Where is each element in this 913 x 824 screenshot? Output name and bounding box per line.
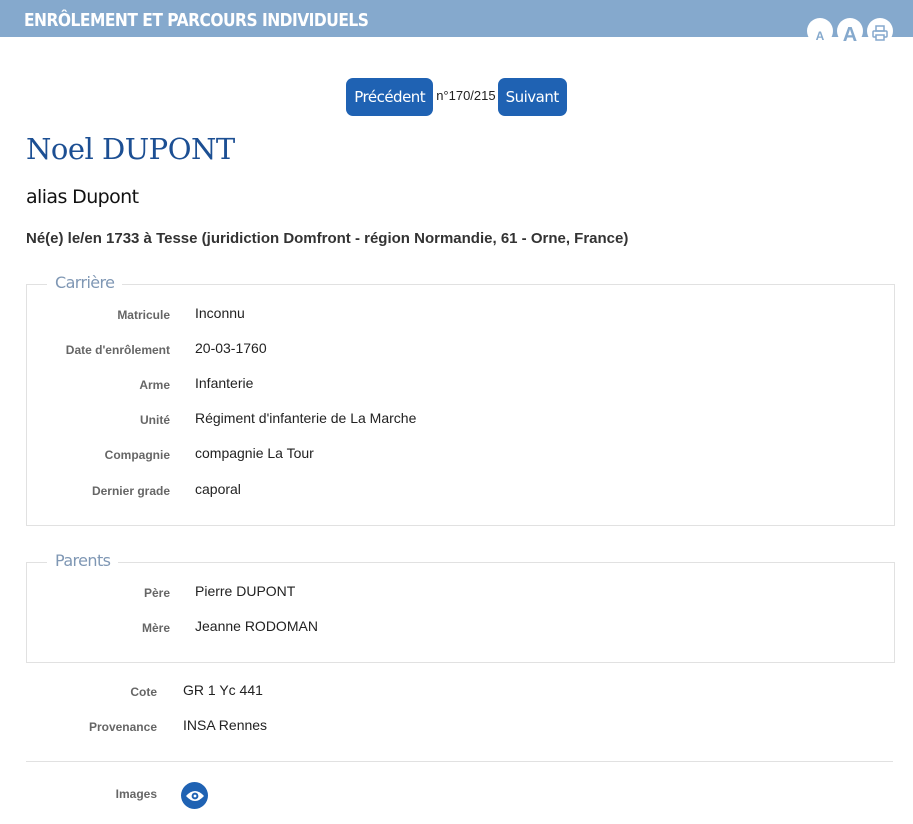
field-label: Provenance <box>88 720 157 734</box>
field-label: Compagnie <box>104 448 170 462</box>
parents-row-mere: Mère Jeanne RODOMAN <box>27 618 894 638</box>
field-label: Images <box>115 787 157 801</box>
font-small-label: A <box>815 29 825 43</box>
field-value: compagnie La Tour <box>195 445 314 461</box>
print-icon <box>872 25 888 41</box>
field-value: Jeanne RODOMAN <box>195 618 318 634</box>
record-navigation: Précédent n°170/215 Suivant <box>0 78 913 116</box>
meta-row-cote: Cote GR 1 Yc 441 <box>0 682 913 702</box>
images-row: Images <box>0 784 913 804</box>
field-value: 20-03-1760 <box>195 340 267 356</box>
previous-button[interactable]: Précédent <box>346 78 434 116</box>
field-value: Infanterie <box>195 375 254 391</box>
field-label: Arme <box>139 378 170 392</box>
field-value: GR 1 Yc 441 <box>183 682 263 698</box>
font-large-label: A <box>842 23 858 46</box>
header-tools: A A <box>807 18 893 46</box>
career-row-unite: Unité Régiment d'infanterie de La Marche <box>27 410 894 430</box>
field-label: Dernier grade <box>91 484 170 498</box>
field-value: Inconnu <box>195 305 245 321</box>
next-button[interactable]: Suivant <box>497 78 567 116</box>
page-title: Enrôlement et parcours individuels <box>24 10 369 31</box>
meta-row-provenance: Provenance INSA Rennes <box>0 717 913 737</box>
field-label: Cote <box>130 685 157 699</box>
career-row-enrolment-date: Date d'enrôlement 20-03-1760 <box>27 340 894 360</box>
field-label: Mère <box>141 621 170 635</box>
page-header: Enrôlement et parcours individuels A A <box>0 0 913 46</box>
field-value: Pierre DUPONT <box>195 583 296 599</box>
field-label: Date d'enrôlement <box>65 343 170 357</box>
view-images-button[interactable] <box>181 782 208 809</box>
career-row-matricule: Matricule Inconnu <box>27 305 894 325</box>
eye-icon <box>185 790 204 801</box>
field-value: caporal <box>195 481 241 497</box>
parents-section: Parents Père Pierre DUPONT Mère Jeanne R… <box>26 551 895 663</box>
decrease-font-button[interactable]: A <box>807 18 833 44</box>
field-label: Père <box>143 586 170 600</box>
career-row-arme: Arme Infanterie <box>27 375 894 395</box>
increase-font-button[interactable]: A <box>837 18 863 46</box>
career-row-compagnie: Compagnie compagnie La Tour <box>27 445 894 465</box>
parents-legend: Parents <box>47 551 119 570</box>
divider <box>26 761 893 762</box>
field-label: Unité <box>140 413 170 427</box>
person-name: Noel DUPONT <box>26 132 235 166</box>
print-button[interactable] <box>867 18 893 44</box>
career-row-dernier-grade: Dernier grade caporal <box>27 481 894 501</box>
birth-info: Né(e) le/en 1733 à Tesse (juridiction Do… <box>26 230 629 247</box>
career-section: Carrière Matricule Inconnu Date d'enrôle… <box>26 273 895 526</box>
parents-row-pere: Père Pierre DUPONT <box>27 583 894 603</box>
field-label: Matricule <box>117 308 170 322</box>
record-counter: n°170/215 <box>436 88 496 103</box>
career-legend: Carrière <box>47 273 123 292</box>
person-alias: alias Dupont <box>26 186 139 208</box>
field-value: INSA Rennes <box>183 717 268 733</box>
field-value: Régiment d'infanterie de La Marche <box>195 410 417 426</box>
